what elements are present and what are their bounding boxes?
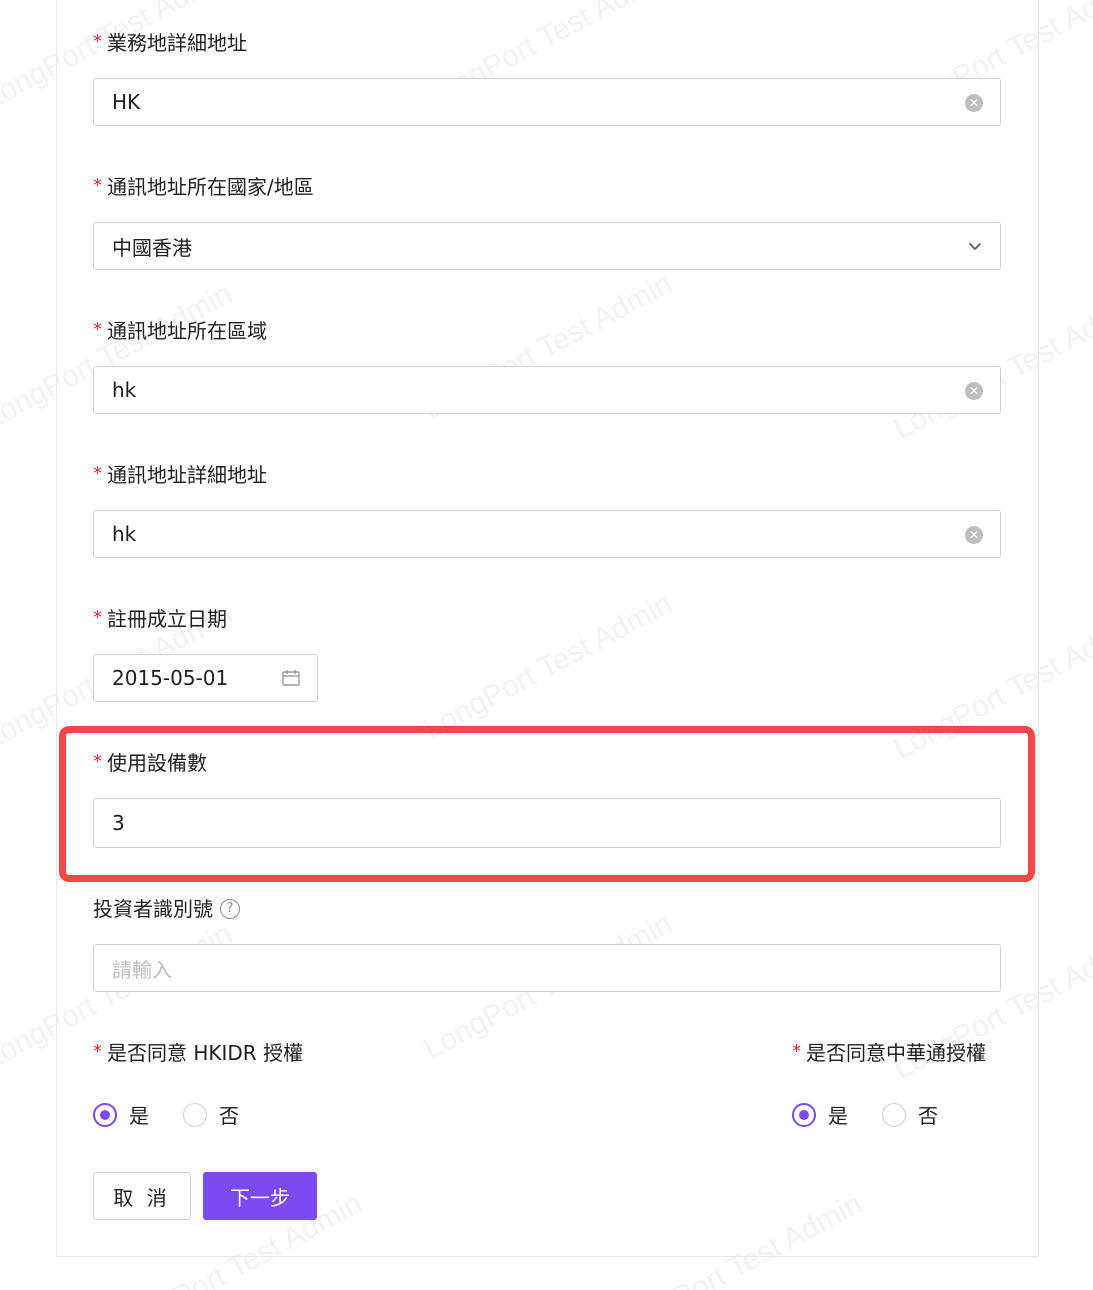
consent-china-field: * 是否同意中華通授權 <box>792 1041 986 1065</box>
mail-country-value: 中國香港 <box>112 235 192 260</box>
business-address-label: 業務地詳細地址 <box>107 31 247 55</box>
mail-address-input[interactable]: hk ✕ <box>93 510 1001 558</box>
radio-checked-icon <box>792 1102 816 1127</box>
mail-region-input[interactable]: hk ✕ <box>93 366 1001 414</box>
consent-hkidr-no-radio[interactable]: 否 <box>183 1100 239 1129</box>
device-count-value: 3 <box>112 811 125 835</box>
required-mark: * <box>93 463 102 484</box>
investor-id-input[interactable]: 請輸入 <box>93 944 1001 992</box>
radio-checked-icon <box>93 1102 117 1127</box>
consent-hkidr-yes-radio[interactable]: 是 <box>93 1100 149 1129</box>
device-count-label: 使用設備數 <box>107 751 207 775</box>
chevron-down-icon <box>969 243 981 250</box>
cancel-button[interactable]: 取 消 <box>93 1172 191 1220</box>
consent-china-yes-radio[interactable]: 是 <box>792 1100 848 1129</box>
required-mark: * <box>792 1041 801 1062</box>
reg-date-label: 註冊成立日期 <box>107 607 227 631</box>
mail-address-field: * 通訊地址詳細地址 hk ✕ <box>93 463 1001 558</box>
device-count-field: * 使用設備數 3 <box>93 751 1001 848</box>
mail-country-select[interactable]: 中國香港 <box>93 222 1001 270</box>
required-mark: * <box>93 751 102 772</box>
investor-id-placeholder: 請輸入 <box>112 957 172 982</box>
reg-date-picker[interactable]: 2015-05-01 <box>93 654 318 702</box>
required-mark: * <box>93 31 102 52</box>
next-step-button[interactable]: 下一步 <box>203 1172 317 1220</box>
consent-china-no-radio[interactable]: 否 <box>882 1100 938 1129</box>
investor-id-field: 投資者識別號? 請輸入 <box>93 897 1001 992</box>
mail-region-label: 通訊地址所在區域 <box>107 319 267 343</box>
mail-country-label: 通訊地址所在國家/地區 <box>107 175 314 199</box>
required-mark: * <box>93 1041 102 1062</box>
clear-icon[interactable]: ✕ <box>965 526 983 544</box>
radio-label: 否 <box>219 1104 239 1128</box>
mail-address-label: 通訊地址詳細地址 <box>107 463 267 487</box>
business-address-input[interactable]: HK ✕ <box>93 78 1001 126</box>
clear-icon[interactable]: ✕ <box>965 94 983 112</box>
mail-country-field: * 通訊地址所在國家/地區 中國香港 <box>93 175 1001 270</box>
radio-label: 是 <box>828 1104 848 1128</box>
business-address-field: * 業務地詳細地址 HK ✕ <box>93 31 1001 126</box>
calendar-icon <box>282 670 300 686</box>
device-count-input[interactable]: 3 <box>93 798 1001 848</box>
radio-unchecked-icon <box>183 1102 207 1127</box>
radio-label: 否 <box>918 1104 938 1128</box>
consent-china-radio-group: 是 否 <box>792 1100 972 1129</box>
reg-date-field: * 註冊成立日期 2015-05-01 <box>93 607 318 702</box>
radio-unchecked-icon <box>882 1102 906 1127</box>
consent-hkidr-radio-group: 是 否 <box>93 1100 273 1129</box>
mail-region-value: hk <box>112 378 137 402</box>
help-icon[interactable]: ? <box>220 899 240 919</box>
business-address-value: HK <box>112 90 141 114</box>
consent-china-label: 是否同意中華通授權 <box>806 1041 986 1065</box>
investor-id-label: 投資者識別號 <box>93 897 213 921</box>
required-mark: * <box>93 175 102 196</box>
consent-hkidr-field: * 是否同意 HKIDR 授權 <box>93 1041 303 1065</box>
consent-hkidr-label: 是否同意 HKIDR 授權 <box>107 1041 304 1065</box>
radio-label: 是 <box>129 1104 149 1128</box>
mail-region-field: * 通訊地址所在區域 hk ✕ <box>93 319 1001 414</box>
required-mark: * <box>93 607 102 628</box>
mail-address-value: hk <box>112 522 137 546</box>
clear-icon[interactable]: ✕ <box>965 382 983 400</box>
required-mark: * <box>93 319 102 340</box>
